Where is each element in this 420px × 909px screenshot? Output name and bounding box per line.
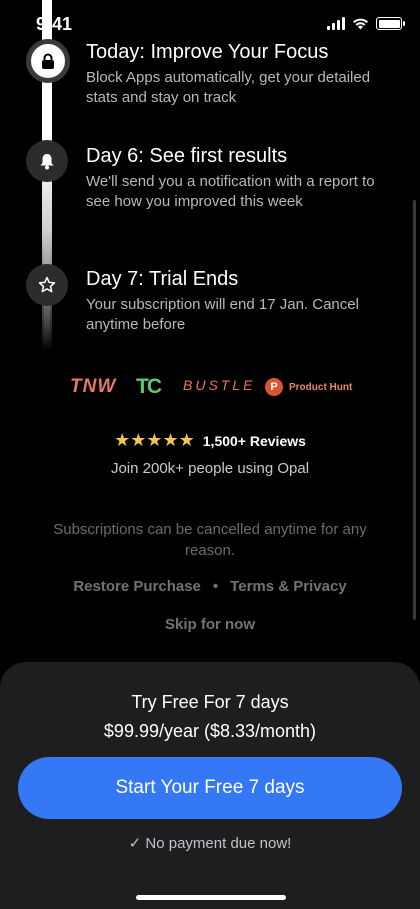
step-day7: Day 7: Trial Ends Your subscription will…: [86, 267, 386, 335]
techcrunch-logo: TC: [136, 375, 162, 398]
no-payment-note: ✓ No payment due now!: [0, 834, 420, 852]
join-text: Join 200k+ people using Opal: [110, 460, 310, 477]
step-description: We'll send you a notification with a rep…: [86, 173, 375, 210]
step-title: Day 7: Trial Ends: [86, 268, 239, 290]
rating-stars-icon: ★★★★★: [114, 430, 195, 450]
restore-purchase-link[interactable]: Restore Purchase: [73, 578, 201, 595]
checkmark-icon: ✓: [128, 835, 142, 852]
step-day6: Day 6: See first results We'll send you …: [86, 144, 386, 212]
timeline-node-today: [26, 39, 70, 83]
battery-icon: [376, 17, 405, 30]
wifi-icon: [353, 18, 368, 30]
terms-privacy-link[interactable]: Terms & Privacy: [230, 578, 346, 595]
lock-icon: [42, 53, 54, 69]
star-icon: [38, 276, 56, 293]
home-indicator[interactable]: [136, 895, 286, 900]
step-title: Today: Improve Your Focus: [86, 41, 329, 63]
press-logos: TNW TC BUSTLE P Product Hunt: [0, 375, 420, 400]
link-separator: •: [212, 578, 219, 595]
offer-sheet: Try Free For 7 days $99.99/year ($8.33/m…: [0, 662, 420, 909]
reviews-count: 1,500+ Reviews: [202, 432, 306, 449]
producthunt-label: Product Hunt: [289, 381, 353, 393]
footer-links: Restore Purchase • Terms & Privacy: [0, 578, 420, 595]
tnw-logo: TNW: [70, 376, 117, 397]
timeline-node-day6: [26, 140, 68, 182]
bell-icon: [40, 153, 54, 169]
rating-row: ★★★★★ 1,500+ Reviews: [0, 430, 420, 451]
producthunt-icon: P: [265, 378, 283, 396]
no-payment-text: No payment due now!: [145, 835, 292, 852]
status-icons: [327, 17, 405, 30]
start-trial-button[interactable]: Start Your Free 7 days: [18, 757, 402, 819]
cancel-note: Subscriptions can be cancelled anytime f…: [53, 521, 367, 559]
step-description: Block Apps automatically, get your detai…: [86, 69, 371, 106]
step-description: Your subscription will end 17 Jan. Cance…: [86, 296, 359, 333]
step-title: Day 6: See first results: [86, 145, 288, 167]
trial-title: Try Free For 7 days: [131, 692, 289, 712]
trial-price: $99.99/year ($8.33/month): [103, 721, 317, 741]
bustle-logo: BUSTLE: [183, 377, 256, 393]
skip-button[interactable]: Skip for now: [0, 616, 420, 633]
producthunt-logo: P Product Hunt: [265, 378, 352, 396]
cellular-signal-icon: [327, 17, 345, 30]
scrollbar[interactable]: [413, 200, 416, 620]
step-today: Today: Improve Your Focus Block Apps aut…: [86, 40, 386, 108]
timeline-node-day7: [26, 264, 68, 306]
